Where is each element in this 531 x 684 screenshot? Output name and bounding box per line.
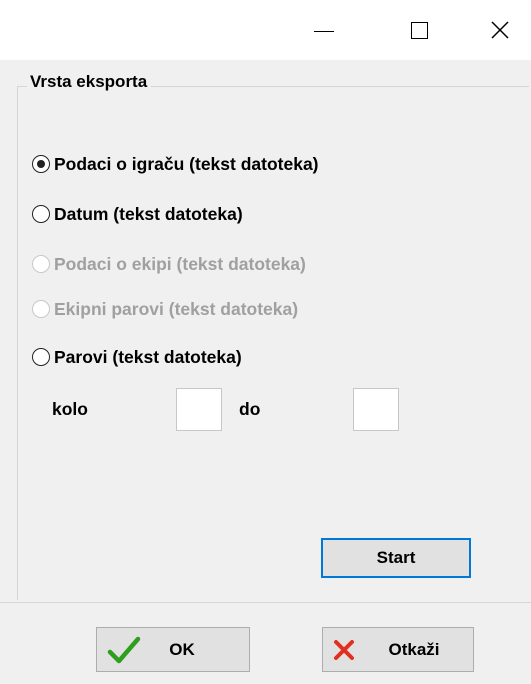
round-to-input[interactable] <box>353 388 399 431</box>
cancel-button[interactable]: Otkaži <box>322 627 474 672</box>
radio-button[interactable] <box>32 205 50 223</box>
start-button[interactable]: Start <box>321 538 471 578</box>
round-from-label: kolo <box>52 399 88 419</box>
cancel-button-label: Otkaži <box>388 639 440 659</box>
minimize-button[interactable] <box>294 0 354 60</box>
x-icon <box>333 639 355 661</box>
title-bar <box>0 0 531 60</box>
ok-button-label: OK <box>169 639 195 659</box>
group-title: Vrsta eksporta <box>27 72 152 92</box>
radio-button <box>32 255 50 273</box>
maximize-icon <box>410 21 428 39</box>
start-button-label: Start <box>376 548 416 567</box>
option-team-pairs: Ekipni parovi (tekst datoteka) <box>32 296 298 322</box>
option-player-data[interactable]: Podaci o igraču (tekst datoteka) <box>32 151 319 177</box>
radio-button <box>32 300 50 318</box>
option-pairs[interactable]: Parovi (tekst datoteka) <box>32 344 242 370</box>
option-label: Podaci o igraču (tekst datoteka) <box>54 153 319 174</box>
maximize-button[interactable] <box>389 0 449 60</box>
footer-separator <box>0 602 531 603</box>
radio-button[interactable] <box>32 155 50 173</box>
check-icon <box>107 636 141 664</box>
option-label: Datum (tekst datoteka) <box>54 203 243 224</box>
option-date[interactable]: Datum (tekst datoteka) <box>32 201 243 227</box>
option-label: Parovi (tekst datoteka) <box>54 346 242 367</box>
radio-button[interactable] <box>32 348 50 366</box>
minimize-icon <box>314 30 334 32</box>
option-label: Ekipni parovi (tekst datoteka) <box>54 298 299 319</box>
round-from-input[interactable] <box>176 388 222 431</box>
ok-button[interactable]: OK <box>96 627 250 672</box>
option-label: Podaci o ekipi (tekst datoteka) <box>54 253 306 274</box>
option-team-data: Podaci o ekipi (tekst datoteka) <box>32 251 306 277</box>
round-to-label: do <box>239 399 261 419</box>
close-icon <box>491 21 509 39</box>
close-button[interactable] <box>470 0 530 60</box>
radio-selected-dot <box>37 160 45 168</box>
